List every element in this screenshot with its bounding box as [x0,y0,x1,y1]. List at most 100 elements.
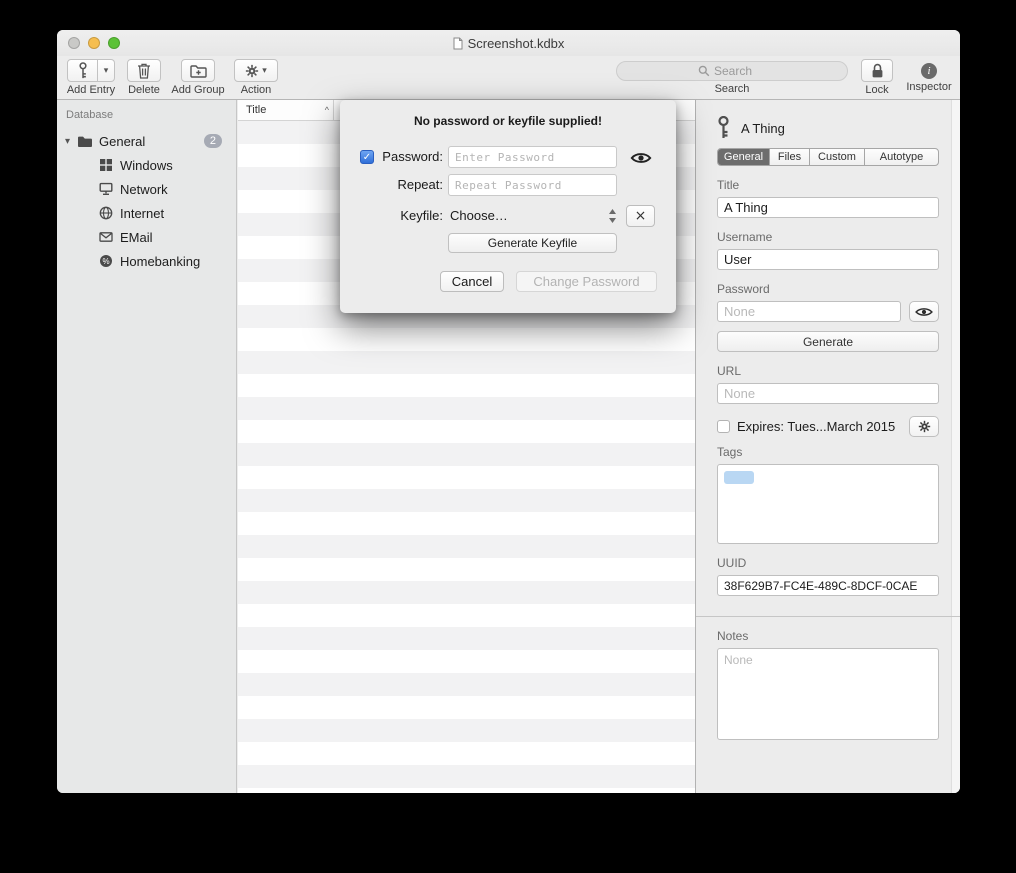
tags-label: Tags [717,445,939,459]
folder-plus-icon [190,64,207,78]
add-entry-button[interactable] [67,59,98,82]
sidebar-group-general[interactable]: ▾ General 2 [57,129,236,153]
change-password-dialog: No password or keyfile supplied! ✓ Passw… [340,100,676,313]
tag-token[interactable] [724,471,754,484]
eye-icon [915,306,933,318]
add-entry-toolbar-item: ▾ Add Entry [65,59,117,96]
toolbar: ▾ Add Entry Delete A [57,56,960,100]
trash-icon [137,63,151,79]
password-input[interactable] [448,146,617,168]
chevron-down-icon: ▾ [104,66,109,75]
lock-button[interactable] [861,59,893,82]
monitor-icon [98,182,113,196]
sidebar-item-internet[interactable]: Internet [57,201,236,225]
group-sidebar: Database ▾ General 2 Windows [57,100,237,793]
inspector-panel: A Thing General Files Custom Autotype Ti… [695,100,960,793]
inspector-label: Inspector [906,81,951,93]
repeat-row: Repeat: [340,174,676,196]
entry-title: A Thing [741,121,785,136]
url-field[interactable] [717,383,939,404]
change-password-button[interactable]: Change Password [516,271,657,292]
sidebar-section-header: Database [57,109,236,121]
reveal-password-button[interactable] [909,301,939,322]
search-label: Search [715,83,750,95]
dialog-message: No password or keyfile supplied! [340,114,676,128]
svg-text:%: % [102,257,109,266]
tab-autotype[interactable]: Autotype [865,149,938,165]
sort-ascending-icon: ^ [325,105,329,115]
uuid-field[interactable] [717,575,939,596]
padlock-icon [871,63,884,79]
sidebar-item-label: Network [120,182,168,197]
inspector-toggle-button[interactable]: i [921,63,937,79]
sidebar-item-windows[interactable]: Windows [57,153,236,177]
search-field[interactable] [616,61,848,81]
action-toolbar-item: ▾ Action [233,59,279,96]
username-field[interactable] [717,249,939,270]
zoom-button[interactable] [108,37,120,49]
add-group-toolbar-item: Add Group [167,59,229,96]
minimize-button[interactable] [88,37,100,49]
tab-files[interactable]: Files [770,149,810,165]
lock-label: Lock [865,84,888,96]
folder-icon [77,135,93,148]
globe-icon [98,206,113,220]
search-icon [698,65,710,77]
password-row: ✓ Password: [340,146,676,168]
cancel-button[interactable]: Cancel [440,271,504,292]
window-title: Screenshot.kdbx [468,36,565,51]
disclosure-triangle-icon[interactable]: ▾ [65,136,77,147]
expires-settings-button[interactable] [909,416,939,437]
delete-button[interactable] [127,59,161,82]
gear-icon [918,420,931,433]
repeat-password-input[interactable] [448,174,617,196]
expires-label: Expires: Tues...March 2015 [737,419,895,434]
window-title-area: Screenshot.kdbx [453,36,565,51]
stepper-icon[interactable] [608,208,617,224]
reveal-password-button[interactable] [627,148,655,167]
keyfile-dropdown[interactable]: Choose… [450,208,508,223]
clear-keyfile-button[interactable]: × [626,205,655,227]
search-input[interactable] [714,64,766,78]
title-column-header[interactable]: Title ^ [238,100,333,120]
chevron-down-icon: ▾ [262,66,267,75]
inspector-toolbar-item: i Inspector [900,59,958,93]
tab-custom[interactable]: Custom [810,149,865,165]
sidebar-item-label: Internet [120,206,164,221]
add-entry-dropdown-button[interactable]: ▾ [98,59,115,82]
generate-keyfile-button[interactable]: Generate Keyfile [448,233,617,253]
add-group-label: Add Group [171,84,224,96]
tags-input-area[interactable] [717,464,939,544]
password-field-label: Password [717,282,939,296]
close-button[interactable] [68,37,80,49]
eye-icon [630,151,652,165]
expires-checkbox[interactable] [717,420,730,433]
lock-toolbar-item: Lock [858,59,896,96]
sidebar-item-homebanking[interactable]: % Homebanking [57,249,236,273]
titlebar[interactable]: Screenshot.kdbx [57,30,960,56]
add-group-button[interactable] [181,59,215,82]
document-proxy-icon[interactable] [453,37,463,50]
checkmark-icon: ✓ [363,152,371,163]
notes-field[interactable] [717,648,939,740]
tab-general[interactable]: General [718,149,770,165]
uuid-label: UUID [717,556,939,570]
info-icon: i [927,65,930,77]
sidebar-item-label: Homebanking [120,254,200,269]
screenshot-background: Screenshot.kdbx ▾ Add Entry [0,0,1016,873]
sidebar-item-network[interactable]: Network [57,177,236,201]
sidebar-item-email[interactable]: EMail [57,225,236,249]
action-button[interactable]: ▾ [234,59,278,82]
password-checkbox[interactable]: ✓ [360,150,374,164]
generate-password-button[interactable]: Generate [717,331,939,352]
entry-count-badge: 2 [204,134,222,148]
username-field-label: Username [717,230,939,244]
title-field[interactable] [717,197,939,218]
title-column-label: Title [246,104,266,116]
inspector-entry-header: A Thing [717,100,939,141]
keyfile-row: Keyfile: Choose… × [340,205,676,227]
repeat-label: Repeat: [397,177,443,192]
password-field[interactable] [717,301,901,322]
keyfile-label: Keyfile: [400,208,443,223]
search-toolbar-item: Search [616,59,848,95]
